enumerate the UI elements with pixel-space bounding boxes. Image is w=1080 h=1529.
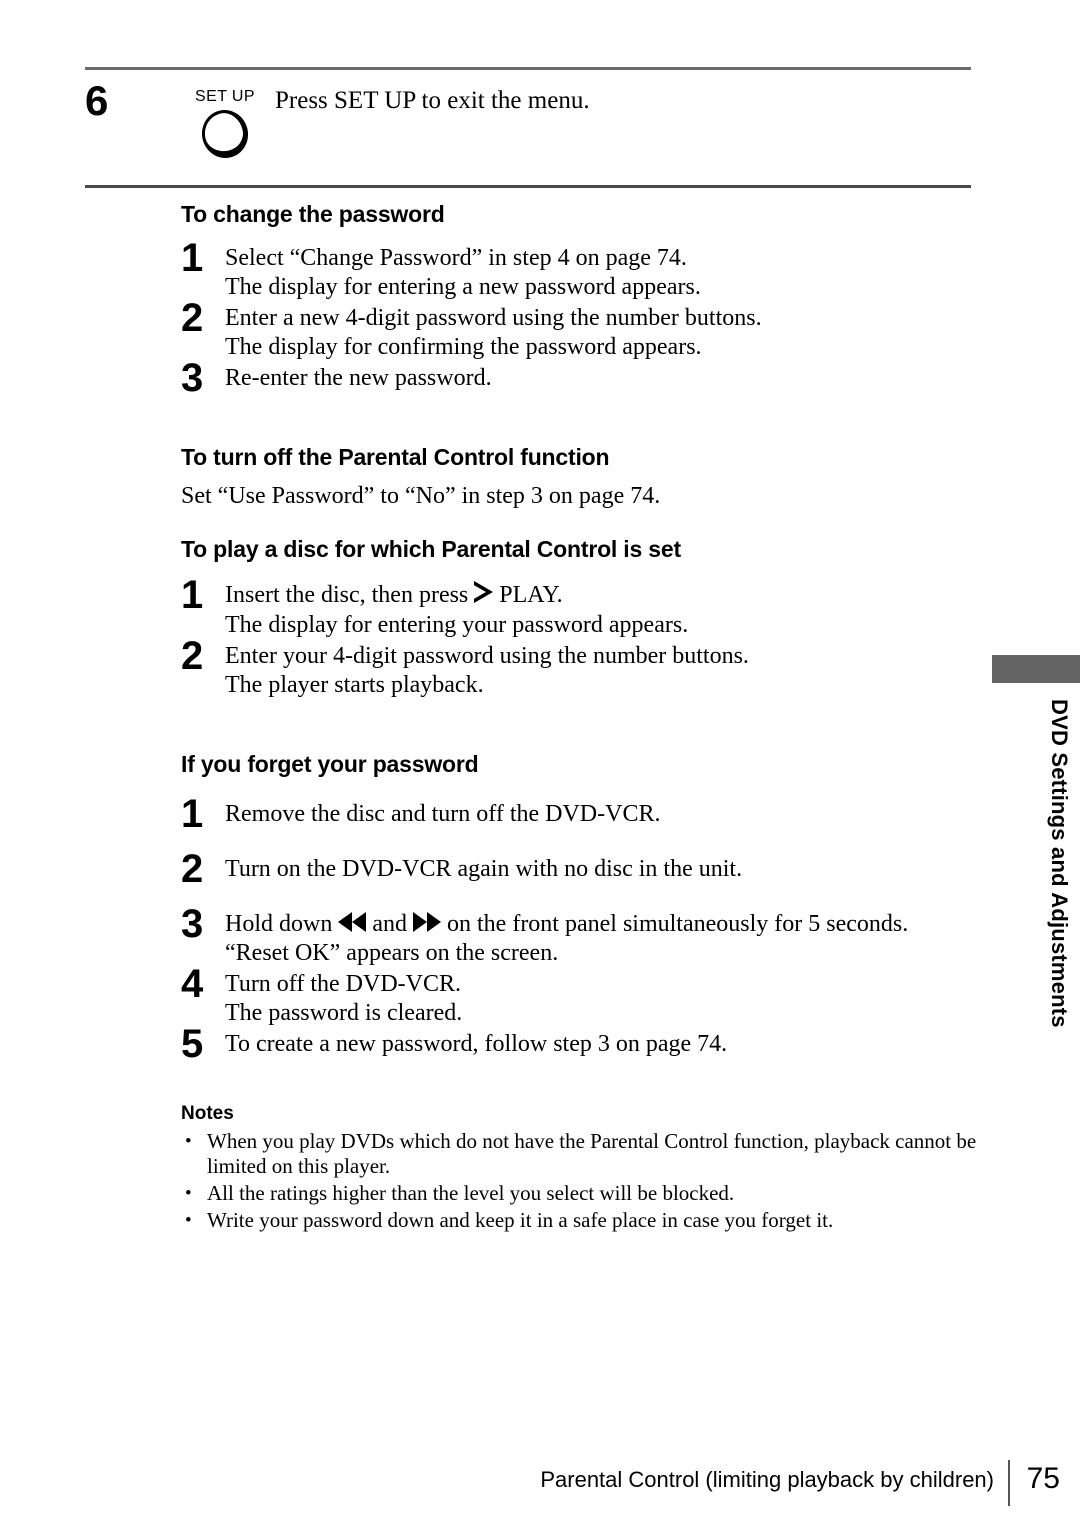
step-number: 2 xyxy=(181,847,204,891)
step-6-instruction: Press SET UP to exit the menu. xyxy=(275,87,590,114)
list-item: 3 Hold down and on the front panel simul… xyxy=(181,904,981,968)
step-line-2: “Reset OK” appears on the screen. xyxy=(225,940,559,966)
manual-page: 6 SET UP Press SET UP to exit the menu. … xyxy=(0,0,1080,1529)
side-tab-color-block xyxy=(992,655,1080,683)
step-number: 5 xyxy=(181,1022,204,1066)
rewind-icon xyxy=(338,912,367,932)
steps-forgot-password: 1 Remove the disc and turn off the DVD-V… xyxy=(181,794,981,1064)
step-line-2: The player starts playback. xyxy=(225,672,484,698)
step-number: 1 xyxy=(181,573,204,617)
list-item: 1 Insert the disc, then press PLAY. The … xyxy=(181,575,981,640)
steps-change-password: 1 Select “Change Password” in step 4 on … xyxy=(181,238,981,398)
set-up-button-illustration: SET UP xyxy=(165,88,285,163)
heading-forgot-password: If you forget your password xyxy=(181,751,479,777)
set-up-button-circle-icon xyxy=(197,105,253,163)
list-item: 1 Select “Change Password” in step 4 on … xyxy=(181,238,981,302)
heading-play-disc-parental-control: To play a disc for which Parental Contro… xyxy=(181,536,681,562)
step-line-1: To create a new password, follow step 3 … xyxy=(225,1031,728,1057)
step-line-1: Enter a new 4-digit password using the n… xyxy=(225,305,762,331)
step-number: 3 xyxy=(181,356,204,400)
page-content: To change the password 1 Select “Change … xyxy=(181,200,981,1235)
step-number: 1 xyxy=(181,792,204,836)
footer-divider xyxy=(1008,1460,1010,1506)
step-line-1: Enter your 4-digit password using the nu… xyxy=(225,643,749,669)
list-item: 4 Turn off the DVD-VCR. The password is … xyxy=(181,964,981,1028)
set-up-button-label: SET UP xyxy=(195,88,255,105)
list-item: 2 Enter a new 4-digit password using the… xyxy=(181,298,981,362)
step-number: 2 xyxy=(181,634,204,678)
list-item: Write your password down and keep it in … xyxy=(181,1208,981,1233)
step-number: 2 xyxy=(181,296,204,340)
divider-top xyxy=(85,67,971,70)
divider-bottom xyxy=(85,185,971,188)
fast-forward-icon xyxy=(413,912,441,932)
list-item: 2 Turn on the DVD-VCR again with no disc… xyxy=(181,849,981,889)
section-side-tab: DVD Settings and Adjustments xyxy=(992,655,1080,1055)
notes-title: Notes xyxy=(181,1103,234,1124)
step-text-after-icon: PLAY. xyxy=(499,582,563,608)
step-line-2: The password is cleared. xyxy=(225,1000,463,1026)
list-item: All the ratings higher than the level yo… xyxy=(181,1181,981,1206)
list-item: 3 Re-enter the new password. xyxy=(181,358,981,398)
step-6-block: 6 SET UP Press SET UP to exit the menu. xyxy=(85,78,971,178)
side-tab-label: DVD Settings and Adjustments xyxy=(1047,699,1072,1028)
steps-play-disc: 1 Insert the disc, then press PLAY. The … xyxy=(181,575,981,700)
step-text-before-icon: Hold down xyxy=(225,911,333,937)
step-line-2: The display for confirming the password … xyxy=(225,334,702,360)
notes-list: When you play DVDs which do not have the… xyxy=(181,1129,981,1233)
notes-block: Notes When you play DVDs which do not ha… xyxy=(181,1103,981,1233)
step-line-1: Insert the disc, then press PLAY. xyxy=(225,581,981,611)
heading-change-password: To change the password xyxy=(181,201,445,227)
step-line-1: Turn off the DVD-VCR. xyxy=(225,971,462,997)
step-number: 4 xyxy=(181,962,204,1006)
step-number: 3 xyxy=(181,902,204,946)
list-item: 1 Remove the disc and turn off the DVD-V… xyxy=(181,794,981,834)
paragraph-turn-off-parental-control: Set “Use Password” to “No” in step 3 on … xyxy=(181,483,661,509)
list-item: 5 To create a new password, follow step … xyxy=(181,1024,981,1064)
step-line-1: Turn on the DVD-VCR again with no disc i… xyxy=(225,856,743,882)
step-line-1: Remove the disc and turn off the DVD-VCR… xyxy=(225,801,661,827)
list-item: When you play DVDs which do not have the… xyxy=(181,1129,997,1179)
step-line-2: The display for entering a new password … xyxy=(225,274,701,300)
step-6-number: 6 xyxy=(85,77,109,124)
step-number: 1 xyxy=(181,236,204,280)
step-text-after-icon: on the front panel simultaneously for 5 … xyxy=(447,911,909,937)
step-line-1: Hold down and on the front panel simulta… xyxy=(225,910,981,939)
footer-section-title: Parental Control (limiting playback by c… xyxy=(540,1467,994,1492)
step-text-before-icon: Insert the disc, then press xyxy=(225,582,469,608)
step-line-1: Re-enter the new password. xyxy=(225,365,492,391)
page-number: 75 xyxy=(1026,1462,1060,1495)
step-line-2: The display for entering your password a… xyxy=(225,612,689,638)
heading-turn-off-parental-control: To turn off the Parental Control functio… xyxy=(181,444,610,470)
list-item: 2 Enter your 4-digit password using the … xyxy=(181,636,981,700)
step-line-1: Select “Change Password” in step 4 on pa… xyxy=(225,245,687,271)
step-text-between-icons: and xyxy=(372,911,407,937)
play-triangle-outline-icon xyxy=(472,581,494,611)
page-footer: Parental Control (limiting playback by c… xyxy=(0,1460,1080,1516)
